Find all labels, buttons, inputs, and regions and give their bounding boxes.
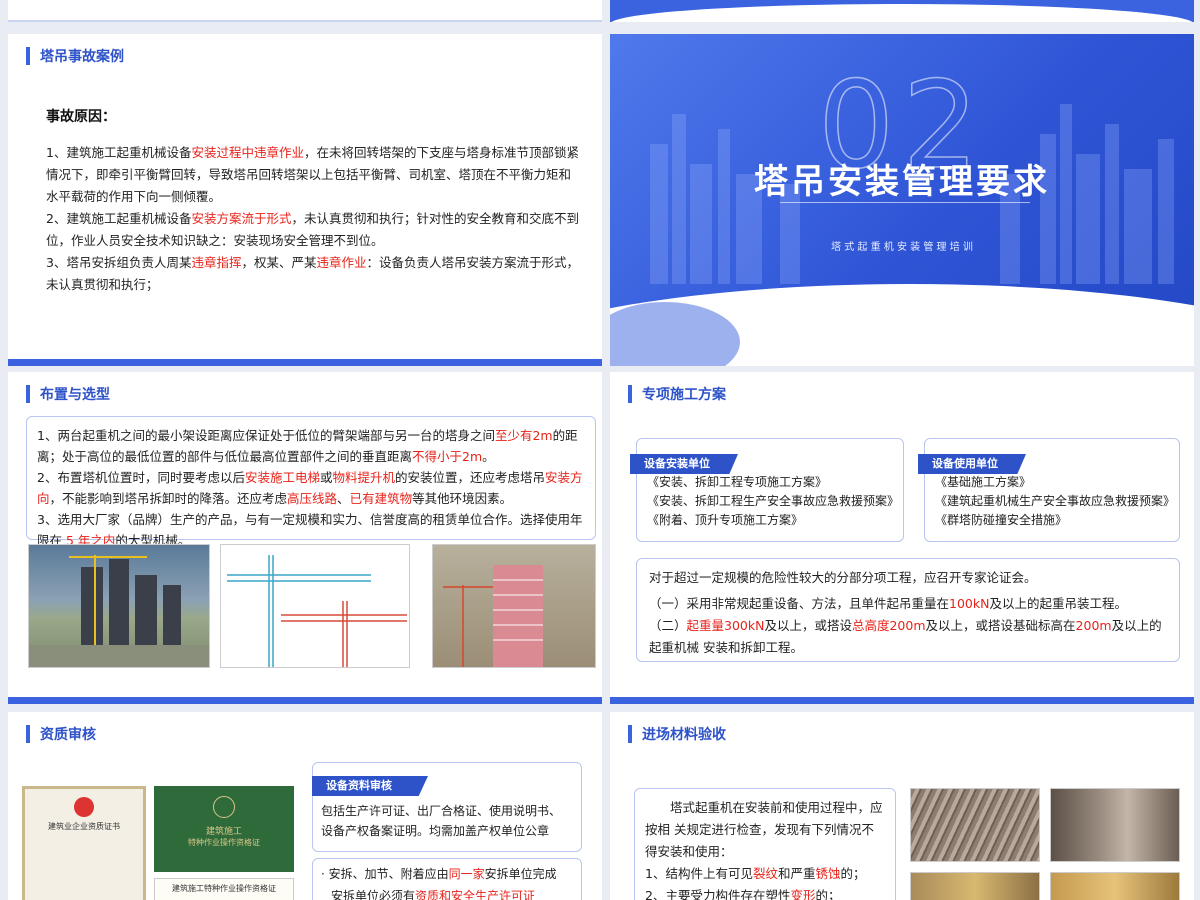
slide-header: 专项施工方案 <box>628 384 726 404</box>
header-accent-bar <box>26 725 30 743</box>
header-accent-bar <box>26 385 30 403</box>
install-unit-tag: 设备安装单位 <box>630 454 738 474</box>
expert-review-text: 对于超过一定规模的危险性较大的分部分项工程，应召开专家论证会。 （一）采用非常规… <box>649 567 1167 659</box>
list-item: 《建筑起重机械生产安全事故应急救援预案》 <box>935 494 1176 508</box>
slide-accident-case[interactable]: 塔吊事故案例 事故原因： 1、建筑施工起重机械设备安装过程中违章作业，在未将回转… <box>8 34 602 366</box>
wire-rope-photo-3 <box>910 872 1040 900</box>
render-3d-site-image <box>28 544 210 668</box>
inspection-item-1: 1、结构件上有可见裂纹和严重锈蚀的； <box>645 866 866 881</box>
inspection-intro: 塔式起重机在安装前和使用过程中，应按相 关规定进行检查，发现有下列情况不得安装和… <box>645 800 883 859</box>
list-item: 《群塔防碰撞安全措施》 <box>935 513 1068 527</box>
doc-review-text: 包括生产许可证、出厂合格证、使用说明书、设备产权备案证明。均需加盖产权单位公章 <box>321 804 562 838</box>
wire-rope-photo-1 <box>910 788 1040 862</box>
slide-bottom-bar <box>8 697 602 704</box>
cause-item-1: 1、建筑施工起重机械设备安装过程中违章作业，在未将回转塔架的下支座与塔身标准节顶… <box>46 145 579 204</box>
slide-material-inspection[interactable]: 进场材料验收 塔式起重机在安装前和使用过程中，应按相 关规定进行检查，发现有下列… <box>610 712 1194 900</box>
header-accent-bar <box>26 47 30 65</box>
expert-review-card: 对于超过一定规模的危险性较大的分部分项工程，应召开专家论证会。 （一）采用非常规… <box>636 558 1180 662</box>
slide-layout-selection[interactable]: 布置与选型 1、两台起重机之间的最小架设距离应保证处于低位的臂架端部与另一台的塔… <box>8 372 602 704</box>
slide-bottom-bar <box>8 359 602 366</box>
cause-list: 1、建筑施工起重机械设备安装过程中违章作业，在未将回转塔架的下支座与塔身标准节顶… <box>46 142 581 296</box>
emblem-icon <box>74 797 94 817</box>
slide-bottom-bar <box>610 697 1194 704</box>
certificate-line-1: 建筑施工 <box>205 827 242 837</box>
emblem-icon <box>213 796 235 818</box>
slide-title: 布置与选型 <box>40 387 110 403</box>
install-unit-list: 《安装、拆卸工程专项施工方案》 《安装、拆卸工程生产安全事故应急救援预案》 《附… <box>647 473 903 530</box>
layout-item-1: 1、两台起重机之间的最小架设距离应保证处于低位的臂架端部与另一台的塔身之间至少有… <box>37 428 578 464</box>
construction-photo <box>432 544 596 668</box>
inspection-text: 塔式起重机在安装前和使用过程中，应按相 关规定进行检查，发现有下列情况不得安装和… <box>645 797 885 900</box>
layout-item-2: 2、布置塔机位置时，同时要考虑以后安装施工电梯或物料提升机的安装位置，还应考虑塔… <box>37 470 583 506</box>
section-subtitle: 塔 式 起 重 机 安 装 管 理 培 训 <box>831 242 973 253</box>
slide-header: 资质审核 <box>26 724 96 744</box>
certificate-line-2: 特种作业操作资格证 <box>188 838 260 847</box>
slide-header: 布置与选型 <box>26 384 110 404</box>
expert-condition-1: （一）采用非常规起重设备、方法，且单件起吊重量在100kN及以上的起重吊装工程。 <box>649 596 1127 611</box>
slide-title: 专项施工方案 <box>642 387 726 403</box>
cause-item-2: 2、建筑施工起重机械设备安装方案流于形式，未认真贯彻和执行；针对性的安全教育和交… <box>46 211 579 248</box>
slide-qualification-review[interactable]: 资质审核 建筑业企业资质证书 建筑施工 特种作业操作资格证 建筑施工特种作业操作… <box>8 712 602 900</box>
certificate-title: 建筑业企业资质证书 <box>48 822 120 831</box>
list-item: 《基础施工方案》 <box>935 475 1032 489</box>
slide-title: 进场材料验收 <box>642 727 726 743</box>
list-item: 《附着、顶升专项施工方案》 <box>647 513 804 527</box>
inspection-text-card: 塔式起重机在安装前和使用过程中，应按相 关规定进行检查，发现有下列情况不得安装和… <box>634 788 896 900</box>
certificate-image-1: 建筑业企业资质证书 <box>22 786 146 900</box>
install-unit-card: 《安装、拆卸工程专项施工方案》 《安装、拆卸工程生产安全事故应急救援预案》 《附… <box>636 438 904 542</box>
requirement-1: · 安拆、加节、附着应由同一家安拆单位完成 <box>321 867 557 881</box>
use-unit-list: 《基础施工方案》 《建筑起重机械生产安全事故应急救援预案》 《群塔防碰撞安全措施… <box>935 473 1179 530</box>
slide-header: 塔吊事故案例 <box>26 46 124 66</box>
use-unit-card: 《基础施工方案》 《建筑起重机械生产安全事故应急救援预案》 《群塔防碰撞安全措施… <box>924 438 1180 542</box>
crane-diagram-image <box>220 544 410 668</box>
slide-partial-top-left[interactable] <box>8 0 602 22</box>
wire-rope-photo-4 <box>1050 872 1180 900</box>
expert-condition-2: （二）起重量300kN及以上，或搭设总高度200m及以上，或搭设基础标高在200… <box>649 618 1162 655</box>
list-item: 《安装、拆卸工程生产安全事故应急救援预案》 <box>647 494 900 508</box>
cause-item-3: 3、塔吊安拆组负责人周某违章指挥，权某、严某违章作业：设备负责人塔吊安装方案流于… <box>46 255 580 292</box>
slide-title: 资质审核 <box>40 727 96 743</box>
certificate-image-2: 建筑施工 特种作业操作资格证 <box>154 786 294 872</box>
expert-intro: 对于超过一定规模的危险性较大的分部分项工程，应召开专家论证会。 <box>649 570 1037 585</box>
use-unit-tag: 设备使用单位 <box>918 454 1026 474</box>
slide-partial-top-right[interactable] <box>610 0 1194 22</box>
inspection-item-2: 2、主要受力构件存在塑性变形的； <box>645 888 841 900</box>
installer-requirements-card: · 安拆、加节、附着应由同一家安拆单位完成 安拆单位必须有资质和安全生产许可证 <box>312 858 582 900</box>
slide-header: 进场材料验收 <box>628 724 726 744</box>
certificate-image-3: 建筑施工特种作业操作资格证 <box>154 878 294 900</box>
requirement-2: 安拆单位必须有资质和安全生产许可证 <box>331 889 536 900</box>
cause-heading: 事故原因： <box>46 109 116 125</box>
header-accent-bar <box>628 385 632 403</box>
section-title: 塔吊安装管理要求 <box>754 162 1050 202</box>
slide-title: 塔吊事故案例 <box>40 49 124 65</box>
title-divider <box>780 202 1030 203</box>
installer-requirements: · 安拆、加节、附着应由同一家安拆单位完成 安拆单位必须有资质和安全生产许可证 <box>321 863 573 900</box>
wire-rope-photo-2 <box>1050 788 1180 862</box>
certificate-title: 建筑施工特种作业操作资格证 <box>172 884 276 893</box>
slide-section-cover[interactable]: 02 塔吊安装管理要求 塔 式 起 重 机 安 装 管 理 培 训 <box>610 34 1194 366</box>
doc-review-tag: 设备资料审核 <box>312 776 428 796</box>
header-accent-bar <box>628 725 632 743</box>
slide-special-plan[interactable]: 专项施工方案 《安装、拆卸工程专项施工方案》 《安装、拆卸工程生产安全事故应急救… <box>610 372 1194 704</box>
layout-text-card: 1、两台起重机之间的最小架设距离应保证处于低位的臂架端部与另一台的塔身之间至少有… <box>26 416 596 548</box>
layout-text: 1、两台起重机之间的最小架设距离应保证处于低位的臂架端部与另一台的塔身之间至少有… <box>37 425 585 551</box>
list-item: 《安装、拆卸工程专项施工方案》 <box>647 475 828 489</box>
doc-review-card: 包括生产许可证、出厂合格证、使用说明书、设备产权备案证明。均需加盖产权单位公章 <box>312 762 582 852</box>
